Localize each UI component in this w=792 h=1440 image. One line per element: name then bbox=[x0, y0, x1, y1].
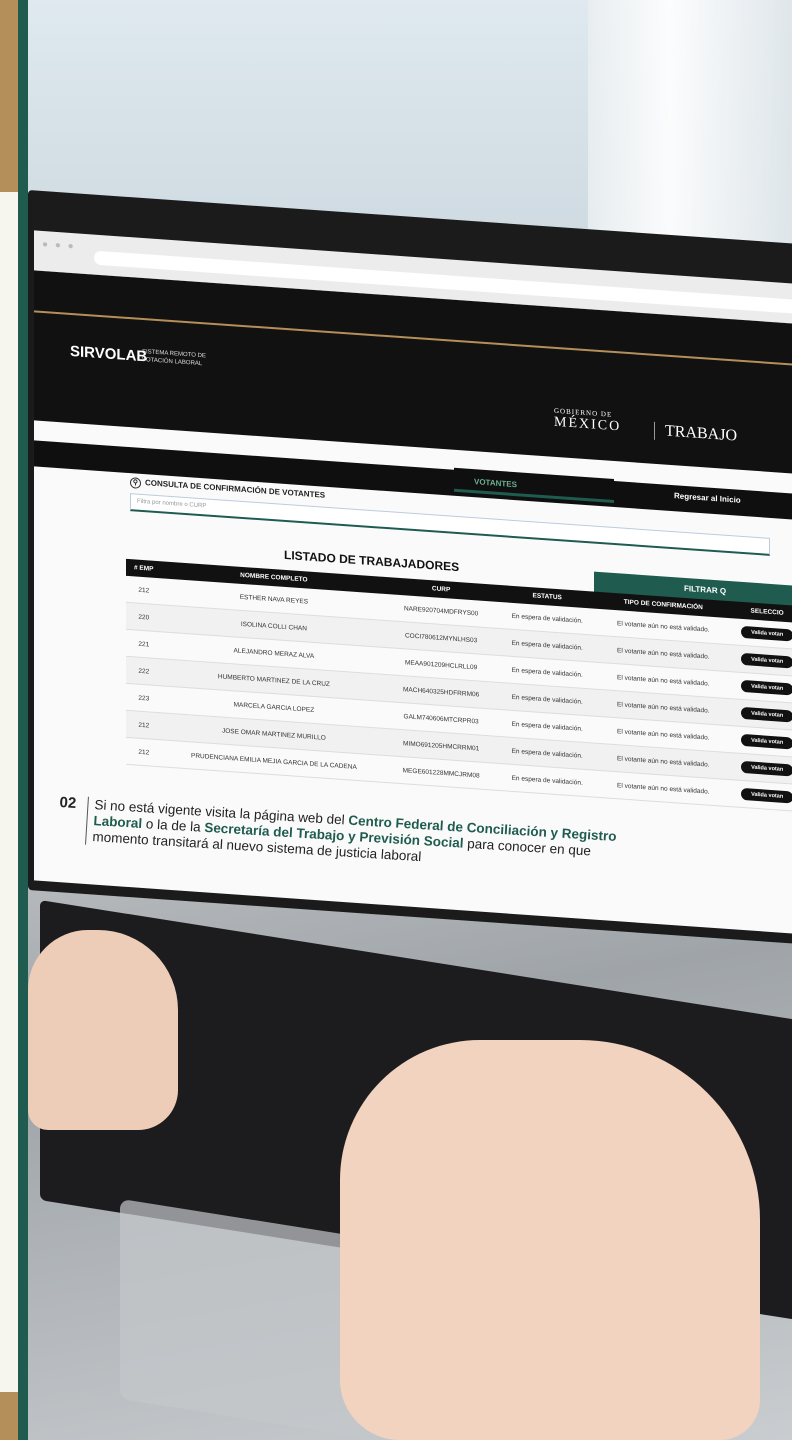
sirvolab-logo[interactable]: SIRVOLAB bbox=[70, 343, 147, 365]
search-icon: ⚲ bbox=[130, 477, 141, 489]
listado-title: LISTADO DE TRABAJADORES bbox=[284, 547, 460, 575]
emp-cell: 223 bbox=[126, 683, 162, 713]
validate-voter-button[interactable]: Valida votan bbox=[741, 733, 792, 750]
gobierno-mexico-logo: GOBIERNO DE MÉXICO bbox=[554, 407, 621, 436]
window-controls-icon[interactable]: ● ● ● bbox=[42, 239, 76, 252]
emp-cell: 220 bbox=[126, 602, 162, 632]
emp-cell: 212 bbox=[126, 710, 162, 740]
select-cell: Valida votan bbox=[728, 779, 792, 812]
status-cell: En espera de validación. bbox=[496, 763, 599, 798]
logo-subtitle: SISTEMA REMOTO DE VOTACIÓN LABORAL bbox=[142, 348, 206, 368]
validate-voter-button[interactable]: Valida votan bbox=[741, 679, 792, 696]
gold-accent-bottom bbox=[0, 1392, 18, 1440]
cream-accent-strip bbox=[0, 192, 18, 1392]
gold-accent-top bbox=[0, 0, 18, 192]
validate-voter-button[interactable]: Valida votan bbox=[741, 706, 792, 723]
trabajo-logo: TRABAJO bbox=[654, 421, 738, 446]
step-number: 02 bbox=[59, 794, 77, 812]
validate-voter-button[interactable]: Valida votan bbox=[741, 760, 792, 777]
validate-voter-button[interactable]: Valida votan bbox=[741, 787, 792, 804]
emp-cell: 222 bbox=[126, 656, 162, 686]
emp-cell: 212 bbox=[126, 737, 162, 767]
validate-voter-button[interactable]: Valida votan bbox=[741, 652, 792, 669]
emp-cell: 221 bbox=[126, 629, 162, 659]
emp-cell: 212 bbox=[126, 575, 162, 605]
right-hand bbox=[340, 1040, 760, 1440]
gob-big-text: MÉXICO bbox=[554, 414, 622, 435]
left-hand bbox=[28, 930, 178, 1130]
validate-voter-button[interactable]: Valida votan bbox=[741, 625, 792, 642]
